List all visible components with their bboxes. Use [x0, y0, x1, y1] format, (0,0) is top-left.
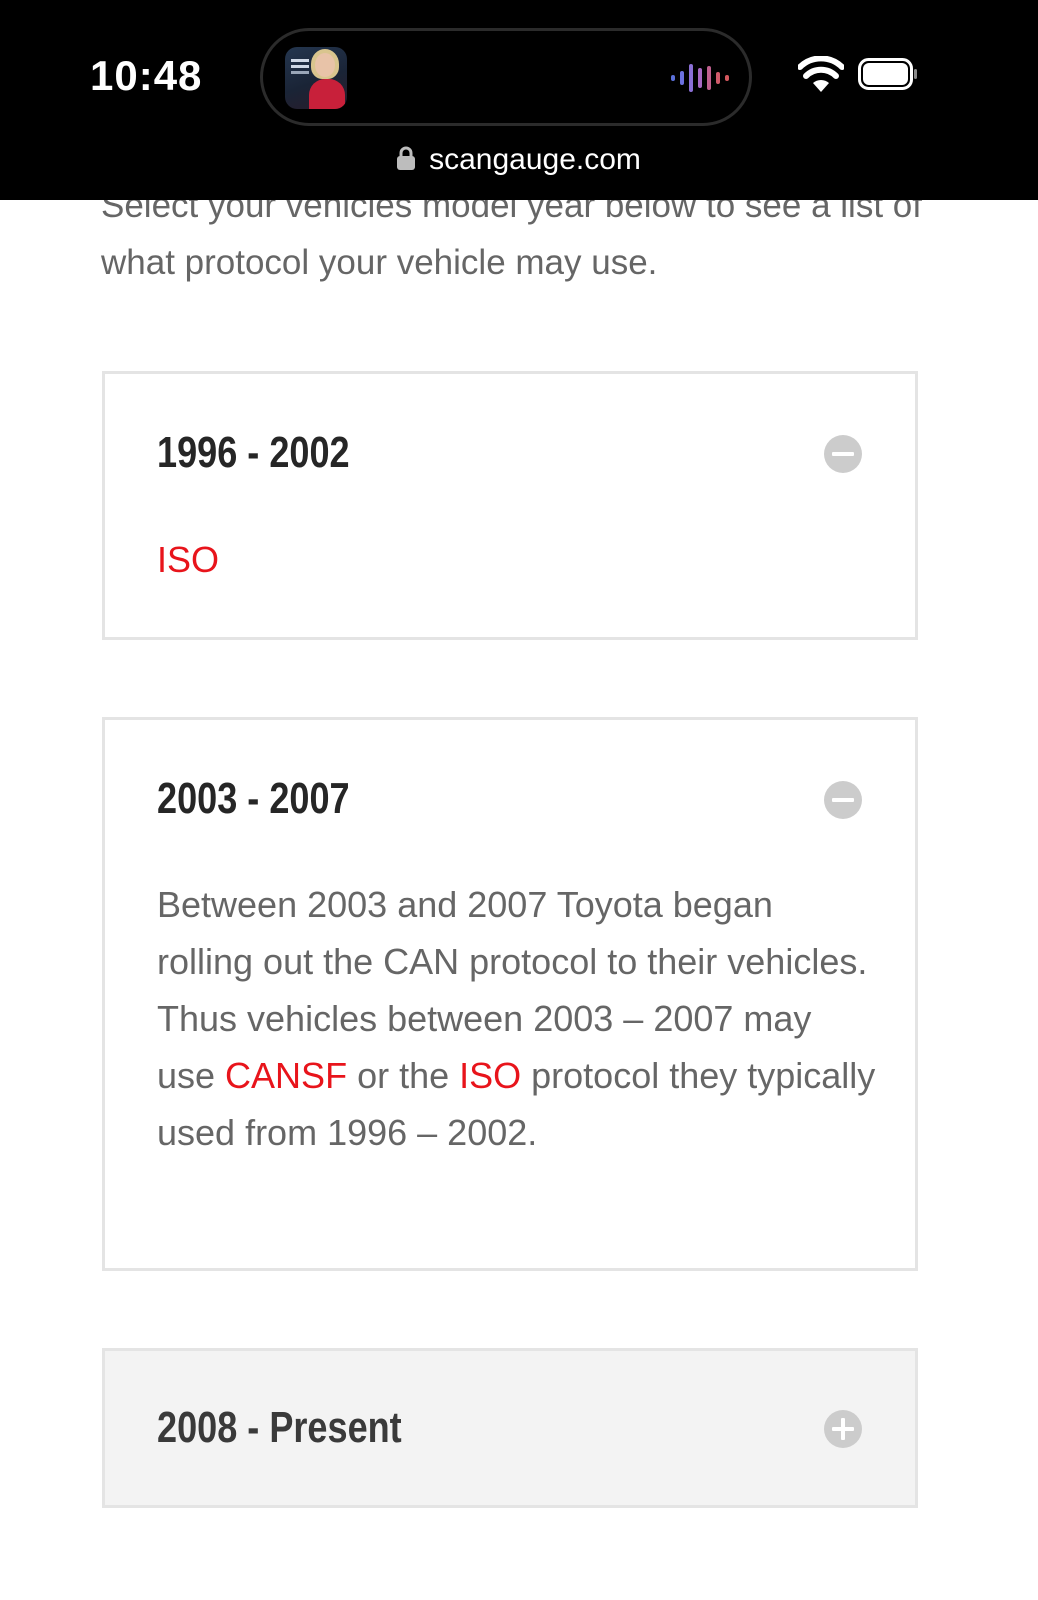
accordion-title[interactable]: 2003 - 2007: [157, 774, 350, 824]
plus-circle-icon[interactable]: [823, 1409, 863, 1449]
accordion-title[interactable]: 2008 - Present: [157, 1403, 402, 1453]
body-text-part: or the: [347, 1055, 460, 1096]
minus-circle-icon[interactable]: [823, 780, 863, 820]
minus-circle-icon[interactable]: [823, 434, 863, 474]
address-bar[interactable]: scangauge.com: [0, 140, 1038, 180]
now-playing-artwork[interactable]: [285, 47, 347, 109]
protocol-link-iso[interactable]: ISO: [157, 531, 877, 588]
battery-icon: [858, 58, 917, 90]
status-time: 10:48: [90, 52, 203, 99]
accordion-1996-2002: 1996 - 2002 ISO: [102, 371, 918, 640]
url-text: scangauge.com: [429, 143, 641, 176]
protocol-link-cansf[interactable]: CANSF: [225, 1055, 347, 1096]
dynamic-island[interactable]: [260, 28, 752, 126]
wifi-icon: [798, 56, 844, 92]
accordion-title[interactable]: 1996 - 2002: [157, 428, 350, 478]
accordion-2003-2007: 2003 - 2007 Between 2003 and 2007 Toyota…: [102, 717, 918, 1271]
lock-icon: [397, 146, 416, 170]
audio-waveform-icon: [671, 61, 731, 95]
protocol-link-iso[interactable]: ISO: [459, 1055, 521, 1096]
status-bar: 10:48 scangauge.com: [0, 0, 1038, 200]
accordion-2008-present[interactable]: 2008 - Present: [102, 1348, 918, 1508]
accordion-body-text: Between 2003 and 2007 Toyota began rolli…: [157, 876, 877, 1161]
